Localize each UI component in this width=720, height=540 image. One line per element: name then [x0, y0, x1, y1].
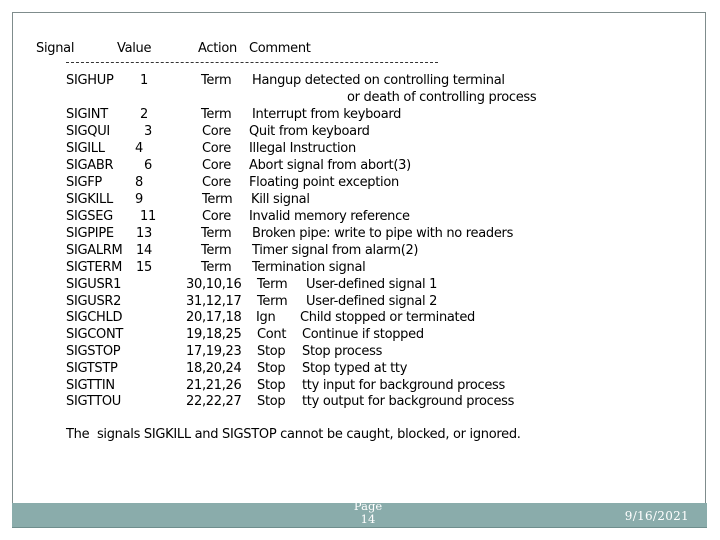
signal-name: SIGFP	[66, 175, 102, 190]
signal-comment: Timer signal from alarm(2)	[252, 243, 419, 258]
signal-action: Term	[201, 243, 232, 258]
signal-action: Core	[202, 175, 231, 190]
signal-comment: Hangup detected on controlling terminal	[252, 73, 505, 88]
signal-value: 2	[140, 107, 148, 122]
signal-action: Term	[201, 260, 232, 275]
signal-comment: Floating point exception	[249, 175, 399, 190]
signal-value: 14	[136, 243, 152, 258]
signal-value: 6	[144, 158, 152, 173]
signal-comment: Interrupt from keyboard	[252, 107, 402, 122]
signal-name: SIGALRM	[66, 243, 123, 258]
signal-comment: Termination signal	[252, 260, 366, 275]
signal-value: 19,18,25	[186, 327, 242, 342]
signal-value: 8	[135, 175, 143, 190]
signal-name: SIGUSR2	[66, 294, 122, 309]
signal-action: Term	[257, 294, 288, 309]
signal-comment-continued: or death of controlling process	[347, 90, 537, 105]
signal-comment: Stop process	[302, 344, 383, 359]
signal-action: Stop	[257, 394, 286, 409]
signal-action: Term	[201, 73, 232, 88]
page-value: 14	[360, 512, 376, 526]
signal-comment: tty output for background process	[302, 394, 515, 409]
signal-comment: Abort signal from abort(3)	[249, 158, 411, 173]
signal-comment: Kill signal	[251, 192, 310, 207]
page-number: Page 14	[342, 500, 394, 526]
signal-comment: Child stopped or terminated	[300, 310, 476, 325]
signal-value: 30,10,16	[186, 277, 242, 292]
signal-comment: Invalid memory reference	[249, 209, 410, 224]
signal-value: 13	[136, 226, 152, 241]
signal-value: 31,12,17	[186, 294, 242, 309]
signal-comment: User-defined signal 1	[306, 277, 438, 292]
signal-name: SIGTERM	[66, 260, 123, 275]
footer-bar: Page 14 9/16/2021	[12, 500, 707, 528]
signal-action: Core	[202, 124, 231, 139]
signal-action: Term	[201, 107, 232, 122]
signal-action: Core	[202, 209, 231, 224]
signal-name: SIGSEG	[66, 209, 113, 224]
signal-value: 21,21,26	[186, 378, 242, 393]
signal-action: Core	[202, 141, 231, 156]
signal-action: Term	[201, 226, 232, 241]
signal-action: Stop	[257, 361, 286, 376]
signal-value: 20,17,18	[186, 310, 242, 325]
signal-value: 11	[140, 209, 156, 224]
signal-action: Stop	[257, 344, 286, 359]
signal-action: Cont	[257, 327, 287, 342]
signal-name: SIGINT	[66, 107, 108, 122]
signal-comment: User-defined signal 2	[306, 294, 438, 309]
signal-name: SIGTSTP	[66, 361, 118, 376]
signal-value: 17,19,23	[186, 344, 242, 359]
signal-value: 18,20,24	[186, 361, 242, 376]
signal-comment: Continue if stopped	[302, 327, 424, 342]
note-text: The signals SIGKILL and SIGSTOP cannot b…	[66, 427, 521, 442]
signal-action: Term	[202, 192, 233, 207]
header-signal: Signal	[36, 41, 75, 56]
signal-name: SIGCONT	[66, 327, 124, 342]
separator-line	[66, 62, 438, 63]
signal-comment: Quit from keyboard	[249, 124, 370, 139]
header-action: Action	[198, 41, 237, 56]
signal-action: Ign	[256, 310, 276, 325]
signal-value: 9	[135, 192, 143, 207]
signal-action: Core	[202, 158, 231, 173]
signal-name: SIGCHLD	[66, 310, 123, 325]
footer-date: 9/16/2021	[624, 509, 689, 523]
signal-value: 22,22,27	[186, 394, 242, 409]
signal-value: 3	[144, 124, 152, 139]
signal-name: SIGSTOP	[66, 344, 121, 359]
signal-value: 1	[140, 73, 148, 88]
signal-value: 4	[135, 141, 143, 156]
header-comment: Comment	[249, 41, 311, 56]
signal-value: 15	[136, 260, 152, 275]
signal-name: SIGTTIN	[66, 378, 115, 393]
signal-action: Stop	[257, 378, 286, 393]
signal-name: SIGHUP	[66, 73, 114, 88]
signal-name: SIGTTOU	[66, 394, 121, 409]
signal-comment: tty input for background process	[302, 378, 505, 393]
signal-comment: Stop typed at tty	[302, 361, 408, 376]
signal-name: SIGABR	[66, 158, 114, 173]
signal-name: SIGPIPE	[66, 226, 114, 241]
signal-name: SIGUSR1	[66, 277, 122, 292]
signal-name: SIGKILL	[66, 192, 113, 207]
signal-name: SIGQUI	[66, 124, 110, 139]
signal-name: SIGILL	[66, 141, 105, 156]
header-value: Value	[117, 41, 152, 56]
signal-comment: Broken pipe: write to pipe with no reade…	[252, 226, 514, 241]
signal-comment: Illegal Instruction	[249, 141, 356, 156]
signal-action: Term	[257, 277, 288, 292]
